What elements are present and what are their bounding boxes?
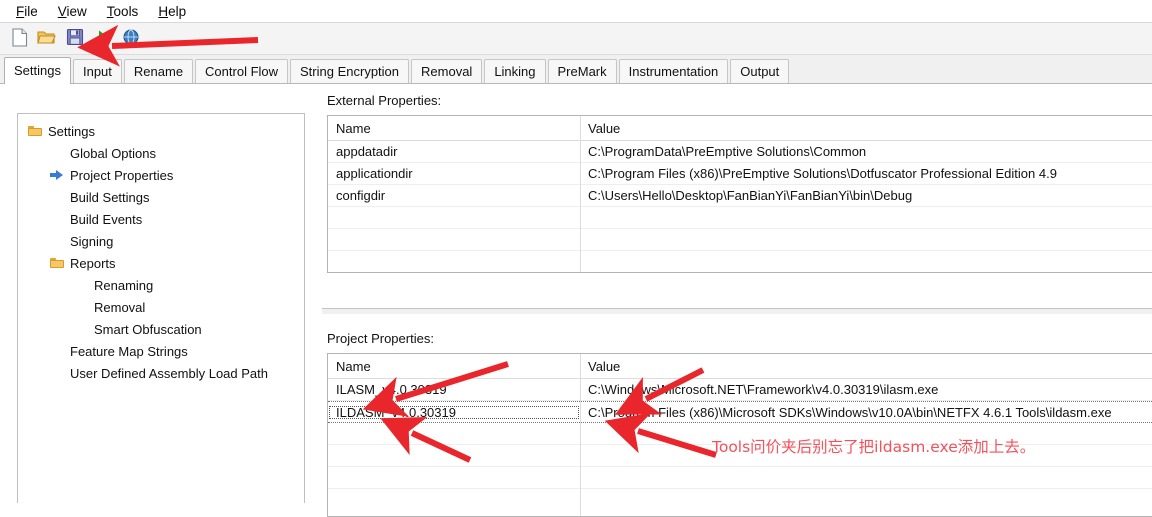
sidebar-item-smart-obfuscation[interactable]: Smart Obfuscation xyxy=(18,318,304,340)
horizontal-splitter[interactable] xyxy=(322,308,1152,315)
sidebar-item-label: Renaming xyxy=(94,277,154,293)
table-row[interactable]: configdir C:\Users\Hello\Desktop\FanBian… xyxy=(328,185,1152,207)
cell-name: ILASM_v4.0.30319 xyxy=(336,382,447,397)
column-separator[interactable] xyxy=(580,116,581,272)
menu-tools-rest: ools xyxy=(113,3,139,19)
tab-output[interactable]: Output xyxy=(730,59,790,83)
sidebar-item-label: Build Settings xyxy=(70,189,150,205)
cell-value: C:\Program Files (x86)\Microsoft SDKs\Wi… xyxy=(588,404,1112,420)
play-triangle-icon xyxy=(96,29,110,48)
sidebar-item-user-defined-assembly-load-path[interactable]: User Defined Assembly Load Path xyxy=(18,362,304,384)
menu-item-tools[interactable]: Tools xyxy=(97,2,149,21)
menu-file-accesskey: F xyxy=(16,3,25,19)
table-row[interactable]: ILDASM_v4.0.30319 C:\Program Files (x86)… xyxy=(328,401,1152,423)
save-disk-icon xyxy=(66,28,84,49)
table-row[interactable]: ILASM_v4.0.30319 C:\Windows\Microsoft.NE… xyxy=(328,379,1152,401)
sidebar-item-project-properties[interactable]: Project Properties xyxy=(18,164,304,186)
save-file-button[interactable] xyxy=(61,26,89,52)
tab-strip: Settings Input Rename Control Flow Strin… xyxy=(0,55,1152,84)
cell-value: C:\Users\Hello\Desktop\FanBianYi\FanBian… xyxy=(588,188,913,203)
tab-settings[interactable]: Settings xyxy=(4,57,71,84)
new-file-button[interactable] xyxy=(5,26,33,52)
new-file-icon xyxy=(11,27,28,50)
sidebar-item-label: Signing xyxy=(70,233,114,249)
sidebar-item-signing[interactable]: Signing xyxy=(18,230,304,252)
table-header-row: Name Value xyxy=(328,354,1152,379)
sidebar-item-label: Feature Map Strings xyxy=(70,343,188,359)
tab-premark[interactable]: PreMark xyxy=(547,59,617,83)
sidebar-item-renaming[interactable]: Renaming xyxy=(18,274,304,296)
sidebar-item-label: Reports xyxy=(70,255,116,271)
sidebar-item-label: Smart Obfuscation xyxy=(94,321,202,337)
sidebar-item-label: Removal xyxy=(94,299,146,315)
menu-item-file[interactable]: File xyxy=(6,2,48,21)
table-row[interactable]: applicationdir C:\Program Files (x86)\Pr… xyxy=(328,163,1152,185)
table-row[interactable] xyxy=(328,467,1152,489)
tab-rename[interactable]: Rename xyxy=(123,59,194,83)
cell-name: appdatadir xyxy=(336,144,398,159)
tab-string-encryption[interactable]: String Encryption xyxy=(290,59,410,83)
column-header-value[interactable]: Value xyxy=(580,121,1152,136)
menu-file-rest: ile xyxy=(24,3,38,19)
menu-view-rest: iew xyxy=(66,3,87,19)
tab-input[interactable]: Input xyxy=(72,59,122,83)
sidebar-item-label: Project Properties xyxy=(70,167,174,183)
cell-value: C:\ProgramData\PreEmptive Solutions\Comm… xyxy=(588,144,867,159)
cell-value: C:\Windows\Microsoft.NET\Framework\v4.0.… xyxy=(588,382,939,397)
sidebar-item-reports[interactable]: Reports xyxy=(18,252,304,274)
external-properties-grid[interactable]: Name Value appdatadir C:\ProgramData\Pre… xyxy=(327,115,1152,273)
open-folder-icon xyxy=(37,28,57,49)
menu-help-rest: elp xyxy=(168,3,187,19)
tab-removal[interactable]: Removal xyxy=(411,59,483,83)
globe-icon xyxy=(122,28,140,49)
ildasm-reminder-note: Tools问价夹后别忘了把ildasm.exe添加上去。 xyxy=(712,438,1036,456)
open-file-button[interactable] xyxy=(33,26,61,52)
project-properties-grid[interactable]: Name Value ILASM_v4.0.30319 C:\Windows\M… xyxy=(327,353,1152,517)
sidebar-item-build-events[interactable]: Build Events xyxy=(18,208,304,230)
table-row[interactable] xyxy=(328,251,1152,272)
build-run-button[interactable] xyxy=(89,26,117,52)
globe-button[interactable] xyxy=(117,26,145,52)
cell-name: applicationdir xyxy=(336,166,413,181)
table-row[interactable] xyxy=(328,207,1152,229)
folder-icon xyxy=(24,125,46,137)
cell-name: configdir xyxy=(336,188,386,203)
sidebar-item-settings[interactable]: Settings xyxy=(18,120,304,142)
cell-value: C:\Program Files (x86)\PreEmptive Soluti… xyxy=(588,166,1057,181)
sidebar-item-build-settings[interactable]: Build Settings xyxy=(18,186,304,208)
sidebar-item-global-options[interactable]: Global Options xyxy=(18,142,304,164)
sidebar-item-removal[interactable]: Removal xyxy=(18,296,304,318)
table-header-row: Name Value xyxy=(328,116,1152,141)
settings-tree[interactable]: Settings Global Options Project Properti… xyxy=(17,113,305,503)
project-properties-label: Project Properties: xyxy=(327,331,434,346)
sidebar-item-label: Settings xyxy=(48,123,95,139)
sidebar-item-label: Build Events xyxy=(70,211,143,227)
menu-help-accesskey: H xyxy=(158,3,169,19)
menu-bar: File View Tools Help xyxy=(0,0,1152,23)
column-header-value[interactable]: Value xyxy=(580,359,1152,374)
sidebar-item-label: Global Options xyxy=(70,145,156,161)
cell-name: ILDASM_v4.0.30319 xyxy=(328,405,580,420)
tab-control-flow[interactable]: Control Flow xyxy=(195,59,289,83)
tab-linking[interactable]: Linking xyxy=(484,59,546,83)
menu-tools-accesskey: T xyxy=(106,3,114,19)
column-header-name[interactable]: Name xyxy=(328,121,580,136)
arrow-right-icon xyxy=(46,170,68,180)
tab-instrumentation[interactable]: Instrumentation xyxy=(618,59,729,83)
menu-item-help[interactable]: Help xyxy=(148,2,196,21)
column-header-name[interactable]: Name xyxy=(328,359,580,374)
table-row[interactable]: appdatadir C:\ProgramData\PreEmptive Sol… xyxy=(328,141,1152,163)
folder-icon xyxy=(46,257,68,269)
column-separator[interactable] xyxy=(580,354,581,516)
sidebar-item-label: User Defined Assembly Load Path xyxy=(70,365,268,381)
external-properties-label: External Properties: xyxy=(327,93,442,108)
toolbar xyxy=(0,23,1152,55)
sidebar-item-feature-map-strings[interactable]: Feature Map Strings xyxy=(18,340,304,362)
menu-item-view[interactable]: View xyxy=(48,2,97,21)
menu-view-accesskey: V xyxy=(57,3,67,19)
table-row[interactable] xyxy=(328,229,1152,251)
